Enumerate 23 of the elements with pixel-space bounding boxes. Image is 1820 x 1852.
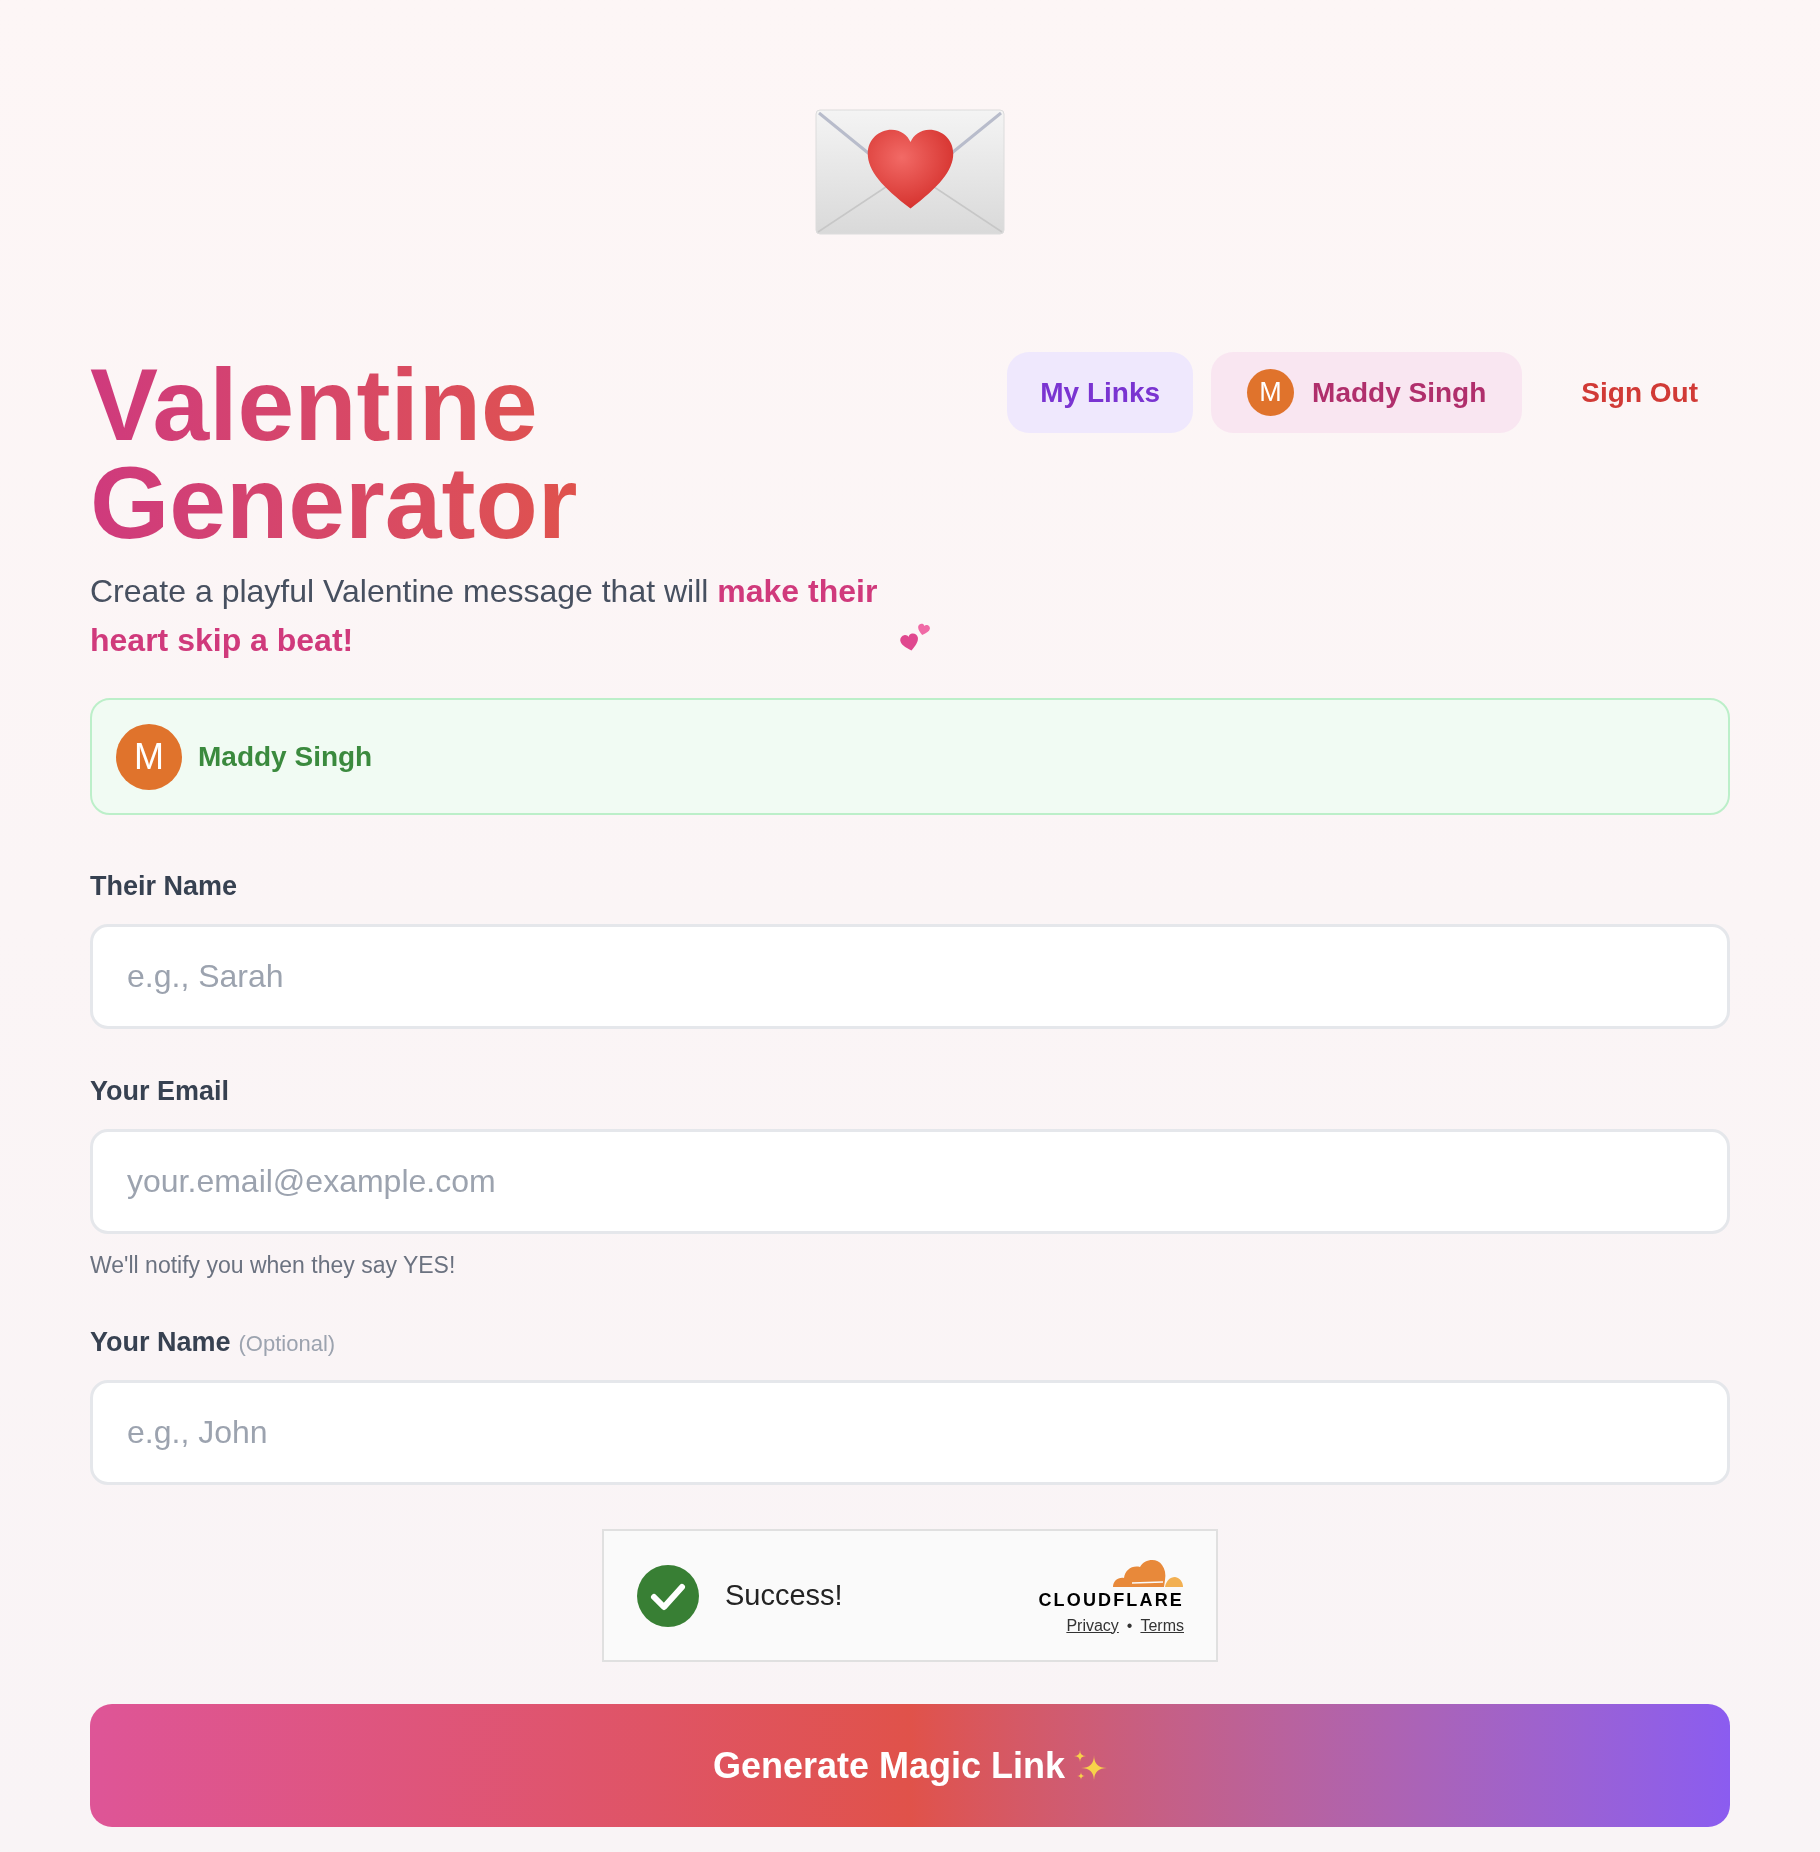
two-hearts-icon — [900, 623, 930, 653]
my-links-button[interactable]: My Links — [1007, 352, 1194, 433]
user-avatar: M — [116, 723, 182, 790]
link-separator: • — [1126, 1615, 1133, 1636]
sign-out-button[interactable]: Sign Out — [1540, 352, 1730, 433]
field-label: Your Name — [90, 1326, 231, 1359]
captcha-link[interactable]: Terms — [1140, 1615, 1184, 1636]
profile-button[interactable]: M Maddy Singh — [1211, 352, 1523, 433]
captcha-status: Success! — [725, 1577, 843, 1613]
text-input[interactable]: e.g., Sarah — [90, 924, 1730, 1029]
text-input[interactable]: your.email@example.com — [90, 1129, 1730, 1234]
user-name: Maddy Singh — [198, 739, 373, 774]
generate-link-button[interactable]: Generate Magic Link — [90, 1704, 1730, 1827]
brand-wordmark: CLOUDFLARE — [1038, 1589, 1184, 1610]
optional-note: (Optional) — [238, 1330, 336, 1358]
heart-envelope-icon — [815, 109, 1005, 235]
field-label: Your Email — [90, 1075, 230, 1108]
text-input[interactable]: e.g., John — [90, 1380, 1730, 1485]
tagline-text: Create a playful Valentine message that will make their heart skip a beat! — [90, 572, 879, 660]
captcha-link[interactable]: Privacy — [1066, 1615, 1119, 1636]
field-hint: We'll notify you when they say YES! — [90, 1251, 456, 1280]
field-label: Their Name — [90, 870, 238, 903]
user-avatar: M — [1247, 369, 1295, 416]
